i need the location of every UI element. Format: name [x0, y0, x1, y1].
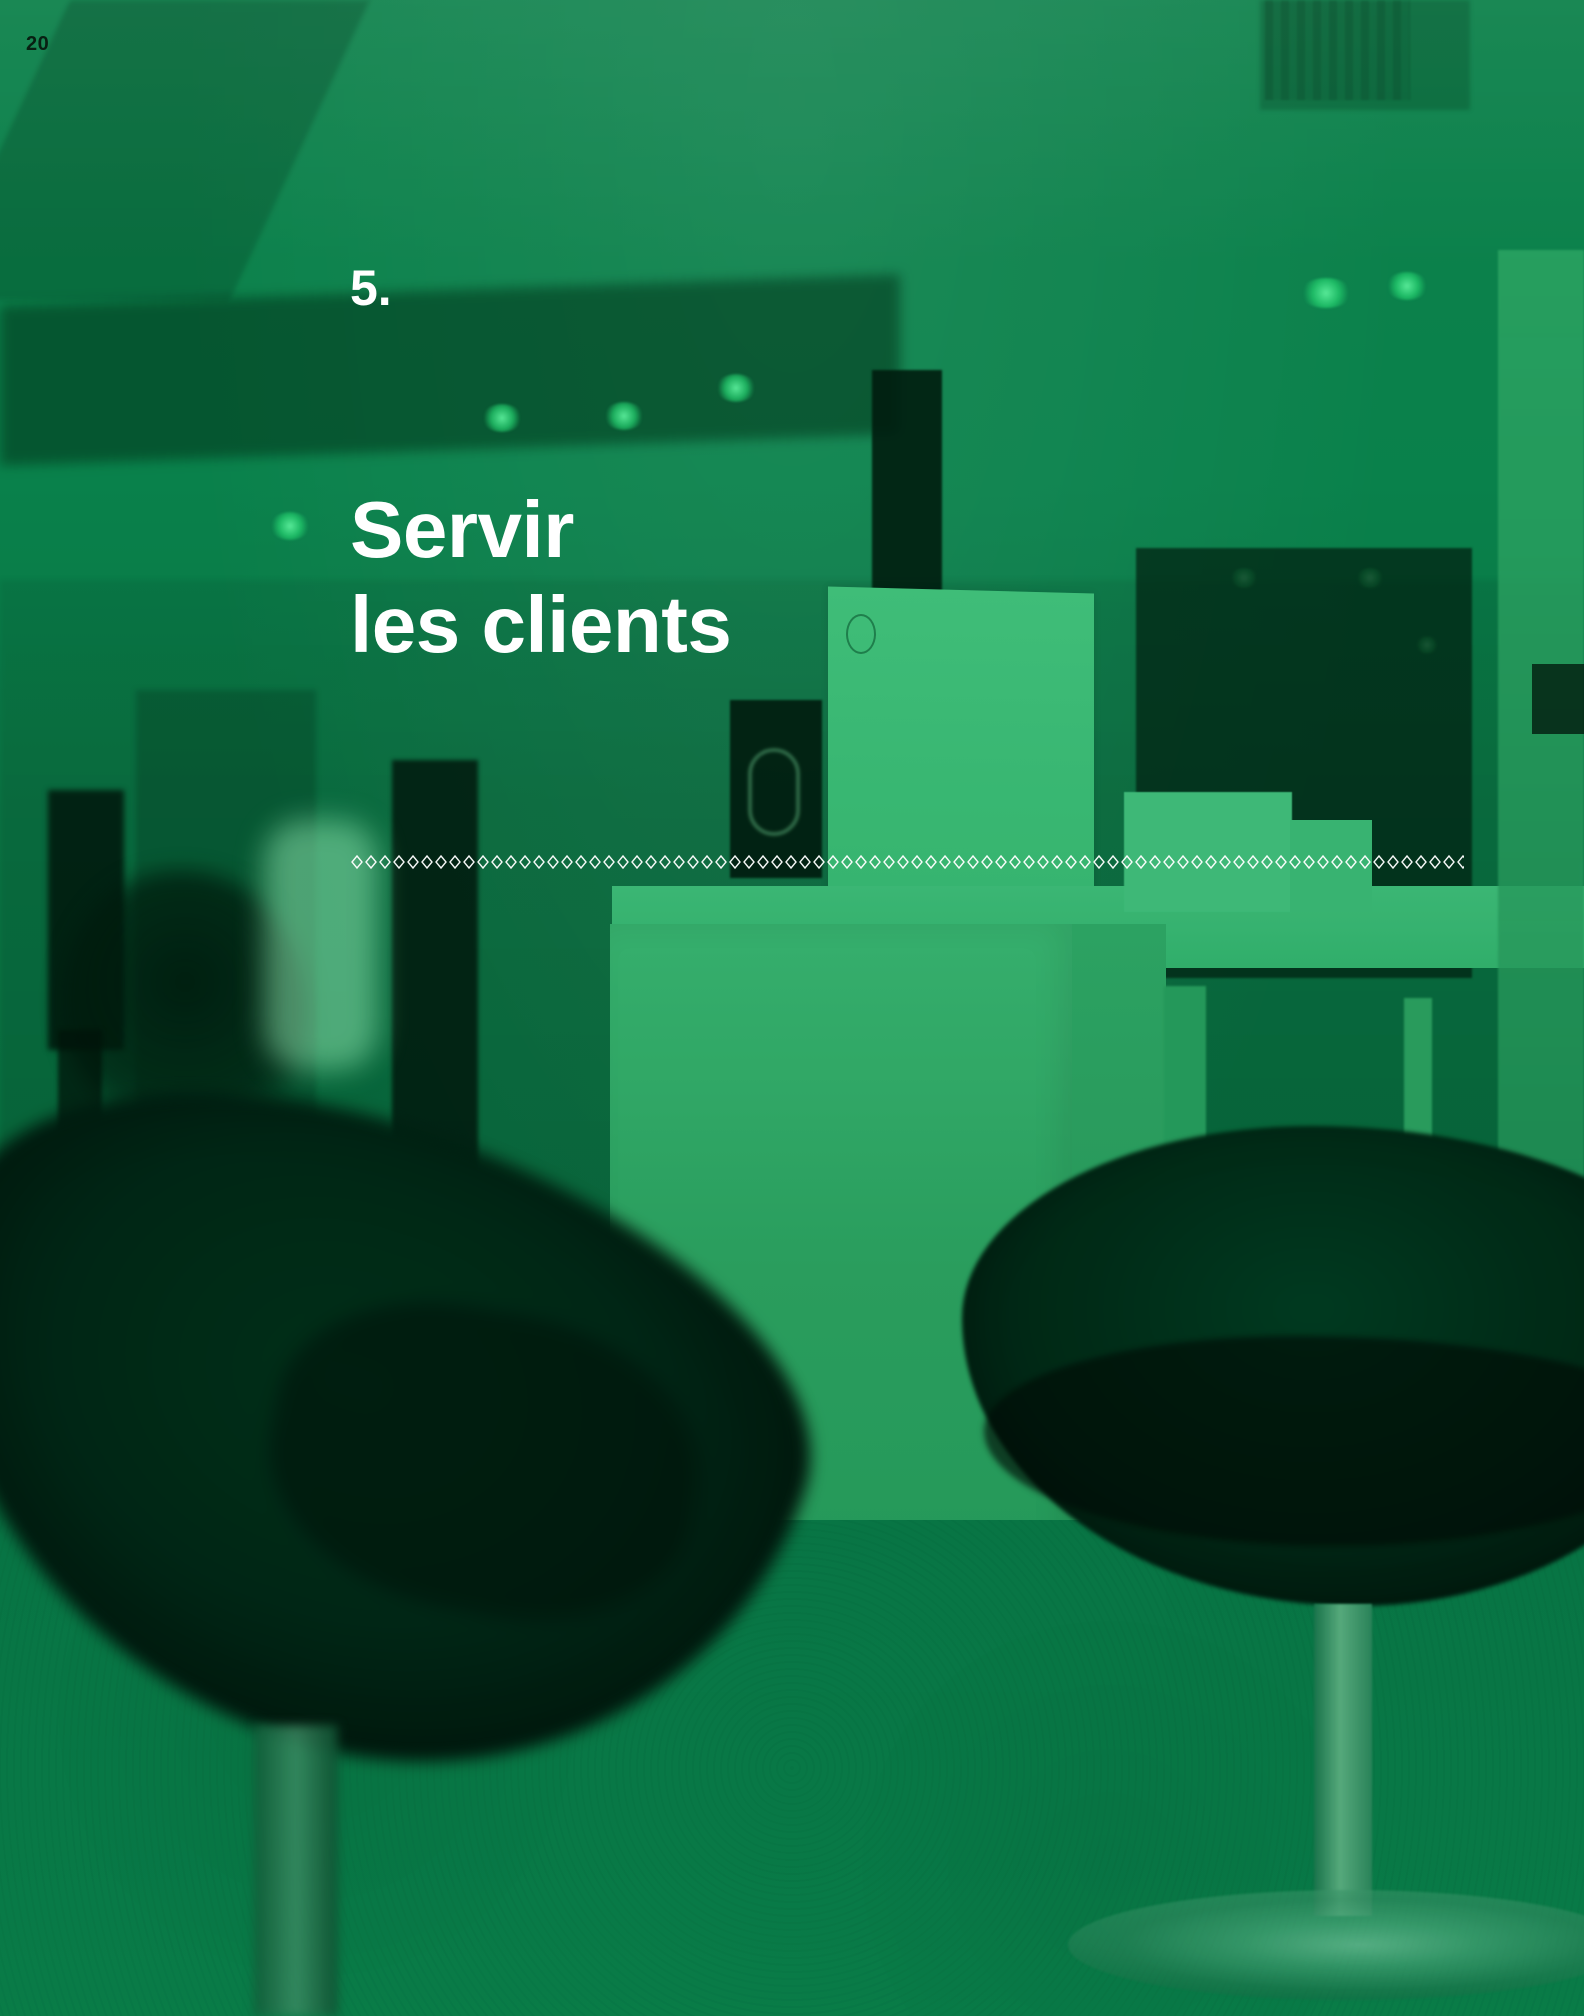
section-title-line-2: les clients	[350, 580, 732, 669]
green-duotone-overlay	[0, 0, 1584, 2016]
section-title: Servir les clients	[350, 482, 870, 672]
background-photo	[0, 0, 1584, 2016]
section-number: 5.	[350, 260, 392, 316]
document-page: 20 5. Servir les clients	[0, 0, 1584, 2016]
decorative-divider	[350, 854, 1464, 870]
page-number: 20	[26, 33, 50, 55]
section-title-line-1: Servir	[350, 485, 574, 574]
